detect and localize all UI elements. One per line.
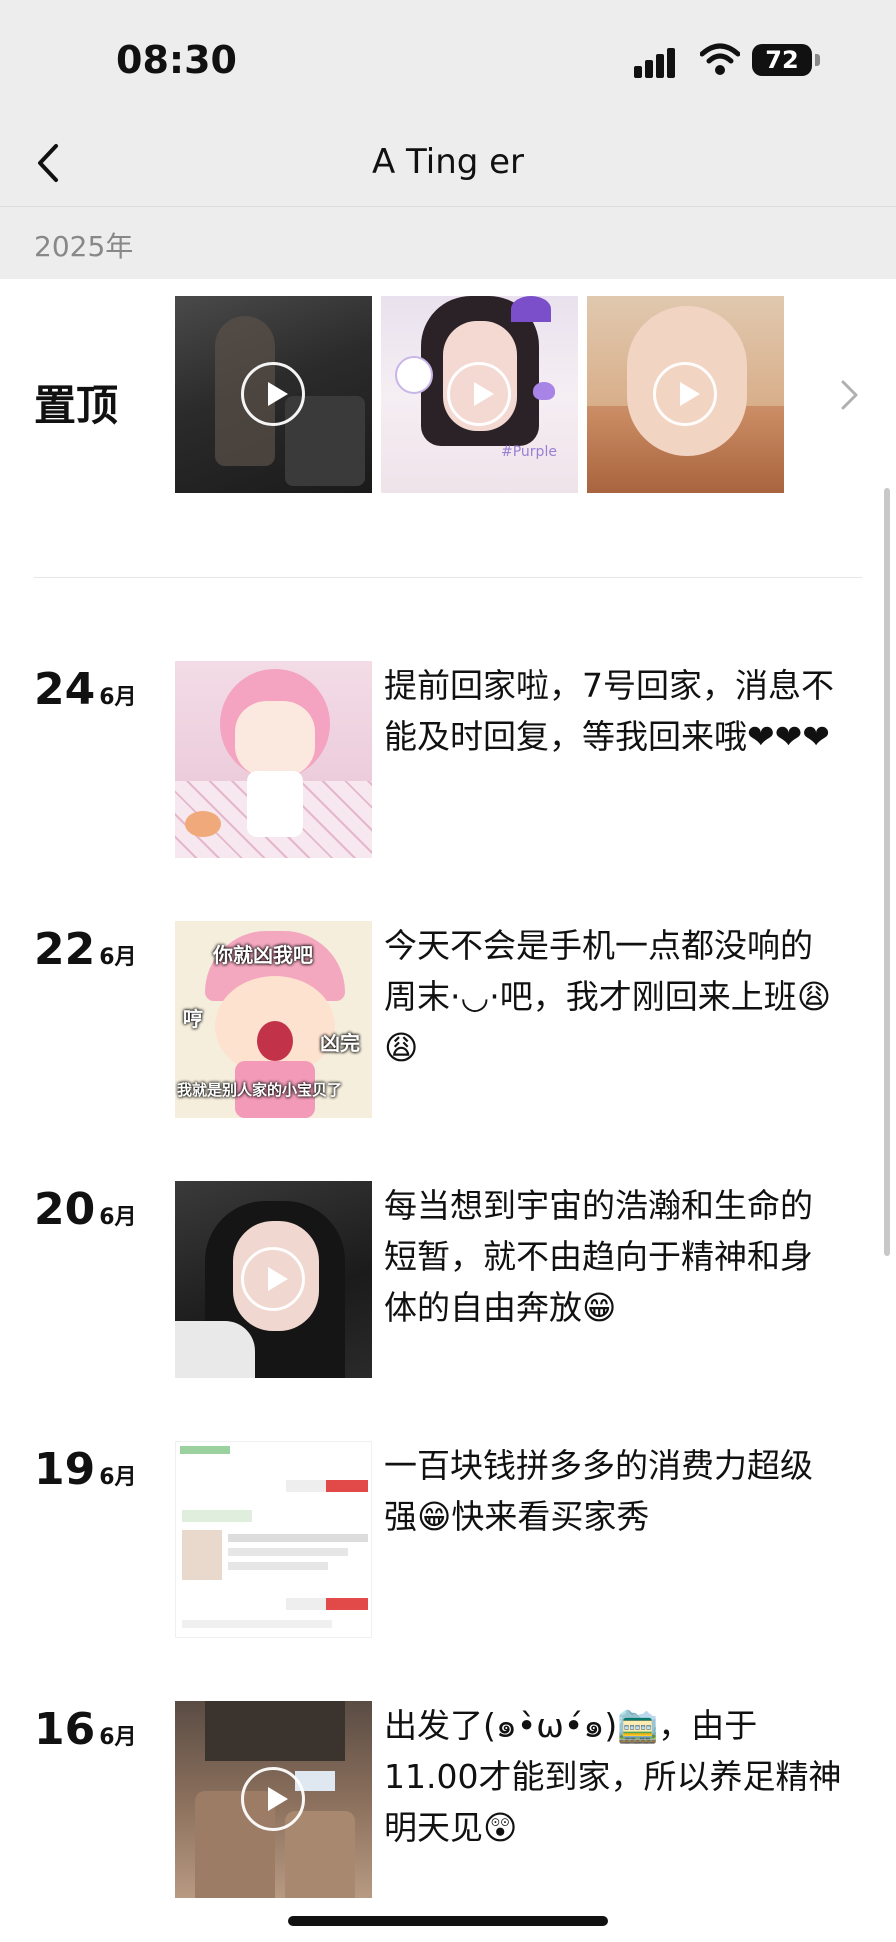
post-text: 提前回家啦，7号回家，消息不能及时回复，等我回来哦❤❤❤ [384, 666, 834, 756]
image-caption: 我就是别人家的小宝贝了 [177, 1081, 343, 1099]
post-image[interactable] [175, 1441, 372, 1638]
status-bar: 08:30 72 [0, 0, 896, 120]
post-month: 6月 [99, 945, 137, 970]
post-day: 24 [34, 664, 96, 715]
battery-icon: 72 [752, 44, 812, 76]
image-caption: 凶完 [320, 1031, 360, 1055]
scrollbar[interactable] [884, 488, 890, 1256]
post-date: 20 6月 [34, 1184, 137, 1235]
play-icon [241, 1247, 305, 1311]
post-text: 一百块钱拼多多的消费力超级强😁快来看买家秀 [384, 1446, 813, 1536]
post-month: 6月 [99, 1205, 137, 1230]
image-caption: 哼 [183, 1007, 203, 1031]
play-icon [447, 362, 511, 426]
wifi-icon [700, 43, 740, 75]
cellular-signal-icon [634, 48, 678, 78]
home-indicator[interactable] [288, 1916, 608, 1926]
post-image[interactable] [175, 661, 372, 858]
pinned-tag: #Purple [501, 444, 557, 460]
post-day: 22 [34, 924, 96, 975]
pinned-video-2[interactable]: #Purple [381, 296, 578, 493]
post-day: 20 [34, 1184, 96, 1235]
battery-tip [815, 54, 820, 66]
post-video[interactable] [175, 1181, 372, 1378]
nav-bar: A Ting er [0, 120, 896, 207]
pinned-label: 置顶 [34, 381, 119, 430]
post-date: 24 6月 [34, 664, 137, 715]
pinned-video-1[interactable] [175, 296, 372, 493]
post-month: 6月 [99, 685, 137, 710]
post-text: 今天不会是手机一点都没响的周末·◡·吧，我才刚回来上班😩😩 [384, 926, 832, 1067]
year-label: 2025年 [34, 230, 134, 263]
post-date: 22 6月 [34, 924, 137, 975]
image-caption: 你就凶我吧 [213, 943, 313, 967]
post-video[interactable] [175, 1701, 372, 1898]
post-date: 19 6月 [34, 1444, 137, 1495]
year-header: 2025年 [0, 207, 896, 279]
post-image[interactable]: 你就凶我吧 哼 凶完 我就是别人家的小宝贝了 [175, 921, 372, 1118]
post-date: 16 6月 [34, 1704, 137, 1755]
post-text: 每当想到宇宙的浩瀚和生命的短暂，就不由趋向于精神和身体的自由奔放😁 [384, 1186, 813, 1327]
section-divider [34, 577, 862, 578]
post-day: 16 [34, 1704, 96, 1755]
play-icon [241, 1767, 305, 1831]
play-icon [241, 362, 305, 426]
post-month: 6月 [99, 1725, 137, 1750]
post-day: 19 [34, 1444, 96, 1495]
play-icon [653, 362, 717, 426]
status-time: 08:30 [116, 38, 237, 82]
pinned-more-chevron-icon[interactable] [838, 378, 862, 412]
page-title: A Ting er [371, 142, 525, 182]
post-month: 6月 [99, 1465, 137, 1490]
post-text: 出发了(๑•̀ω•́๑)🚞，由于11.00才能到家，所以养足精神明天见😲 [384, 1706, 842, 1847]
pinned-video-3[interactable] [587, 296, 784, 493]
